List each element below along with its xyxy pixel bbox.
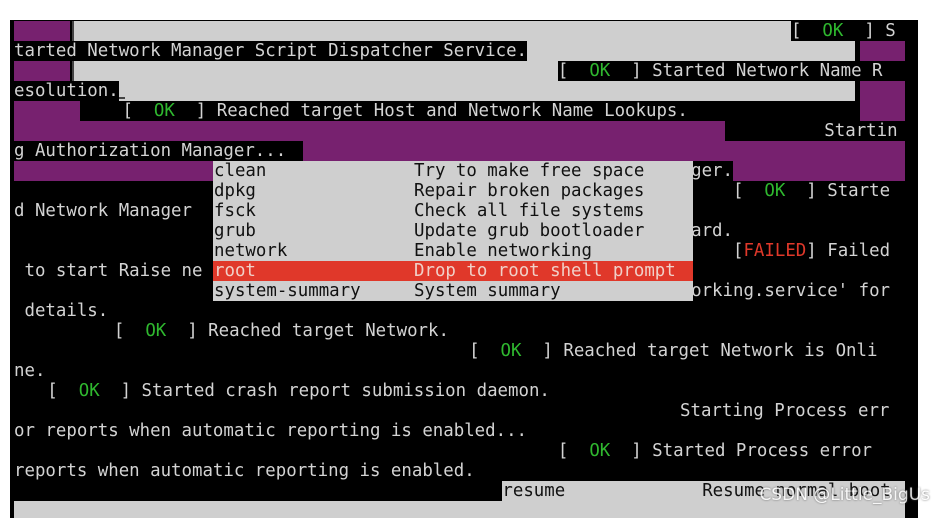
gray-bg [125,81,855,101]
menu-item-clean[interactable]: clean Try to make free space [213,161,693,181]
purple-bg [14,61,70,81]
menu-item-desc: Repair broken packages [414,181,645,201]
boot-log-line: to start Raise ne [14,261,203,281]
boot-log-line: Startin [824,121,898,141]
watermark: CSDN @Little_BigUs [759,485,930,505]
menu-item-desc: Drop to root shell prompt [414,261,676,281]
menu-item-grub[interactable]: grub Update grub bootloader [213,221,693,241]
boot-log-line: [FAILED] Failed [691,241,891,261]
boot-log-line: [ OK ] Reached target Network is Onli [469,341,878,361]
menu-item-name: root [214,261,256,281]
boot-log-line: d Network Manager [14,201,203,221]
boot-log-line: tarted Network Manager Script Dispatcher… [14,41,528,61]
purple-bg [14,121,725,141]
boot-log-line: reports when automatic reporting is enab… [14,461,475,481]
boot-log-line: [ OK ] Started Network Name R [557,61,883,81]
menu-item-fsck[interactable]: fsck Check all file systems [213,201,693,221]
gray-bg [560,41,855,61]
recovery-menu: clean Try to make free space dpkg Repair b… [213,161,693,301]
menu-item-name: network [214,241,288,261]
menu-item-dpkg[interactable]: dpkg Repair broken packages [213,181,693,201]
purple-bg [14,21,70,41]
purple-bg [303,141,905,161]
purple-bg [860,81,905,121]
boot-log-line: ger. [691,161,733,181]
boot-log-line: [ OK ] S [791,21,896,41]
boot-log-line: [ OK ] Started Process error [557,441,873,461]
menu-item-root[interactable]: root Drop to root shell prompt [213,261,693,281]
boot-log-line: or reports when automatic reporting is e… [14,421,528,441]
menu-item-desc: Update grub bootloader [414,221,645,241]
purple-bg [14,101,80,121]
menu-item-desc: System summary [414,281,561,301]
boot-log-line: [ OK ] Started crash report submission d… [47,381,550,401]
menu-item-name: fsck [214,201,256,221]
boot-log-line: g Authorization Manager... [14,141,287,161]
menu-item-resume[interactable]: resume [502,481,565,501]
boot-log-line: esolution. [14,81,119,101]
boot-log-line: [ OK ] Starte [691,181,891,201]
boot-log-line: orking.service' for [691,281,891,301]
boot-log-line: [ OK ] Reached target Host and Network N… [80,101,688,121]
boot-log-line: [ OK ] Reached target Network. [113,321,449,341]
boot-log-line: Starting Process err [680,401,890,421]
menu-item-desc: Check all file systems [414,201,645,221]
menu-item-name: grub [214,221,256,241]
menu-item-network[interactable]: network Enable networking [213,241,693,261]
boot-log-line: ne. [14,361,46,381]
menu-item-name: system-summary [214,281,361,301]
menu-item-system-summary[interactable]: system-summary System summary [213,281,693,301]
menu-item-desc: Enable networking [414,241,592,261]
boot-log-line: ard. [691,221,733,241]
menu-item-name: clean [214,161,267,181]
menu-item-name: dpkg [214,181,256,201]
purple-bg [860,41,905,61]
menu-item-desc: Try to make free space [414,161,645,181]
boot-log-line: details. [14,301,109,321]
